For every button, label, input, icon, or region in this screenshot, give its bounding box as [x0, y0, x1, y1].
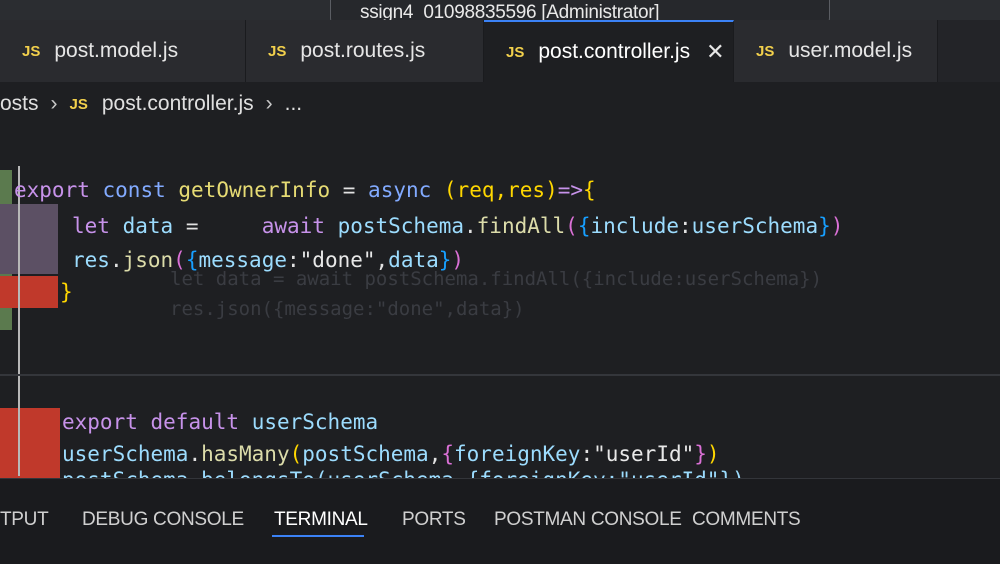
keyword: default [150, 410, 240, 434]
gutter-deleted-block [0, 408, 60, 478]
tab-post-routes[interactable]: JS post.routes.js [246, 20, 484, 82]
string: "userId" [593, 442, 695, 466]
js-file-icon: JS [22, 42, 41, 60]
breadcrumb-file[interactable]: post.controller.js [102, 92, 254, 116]
punct: { [185, 248, 199, 272]
punct: . [464, 214, 477, 238]
code-line-1[interactable]: export const getOwnerInfo = async (req,r… [14, 178, 596, 202]
js-file-icon: JS [756, 42, 775, 60]
keyword: const [102, 178, 166, 202]
keyword: export [62, 410, 138, 434]
punct: , [428, 442, 442, 466]
panel-tab-debug-console[interactable]: DEBUG CONSOLE [82, 509, 244, 531]
code-editor[interactable]: let data = await postSchema.findAll({inc… [0, 126, 1000, 478]
breadcrumb-folder[interactable]: osts [0, 92, 39, 116]
panel-tab-ports[interactable]: PORTS [402, 509, 466, 531]
gutter-deleted-block [0, 276, 58, 308]
js-file-icon: JS [268, 42, 287, 60]
panel-tab-postman-console[interactable]: POSTMAN CONSOLE [494, 509, 682, 531]
identifier: res [72, 248, 110, 272]
identifier: userSchema [251, 410, 379, 434]
breadcrumb-more[interactable]: ... [285, 92, 303, 116]
identifier: userSchema [691, 214, 819, 238]
chevron-right-icon: › [50, 92, 58, 115]
punct: , [375, 248, 389, 272]
punct: : [679, 214, 692, 238]
punct: { [577, 214, 591, 238]
code-line-5[interactable]: export default userSchema [62, 410, 378, 434]
punct: } [438, 248, 452, 272]
arrow: => [557, 178, 584, 202]
punct: : [580, 442, 594, 466]
keyword: async [368, 178, 432, 202]
brace: } [60, 280, 73, 304]
punct: } [694, 442, 707, 466]
identifier: data [388, 248, 439, 272]
panel-tab-comments[interactable]: COMMENTS [692, 509, 801, 531]
string: "done" [299, 248, 376, 272]
tab-label: post.routes.js [300, 39, 426, 62]
operator: = [330, 178, 369, 202]
punct: . [188, 442, 202, 466]
punct: ) [451, 248, 465, 272]
brace: { [583, 178, 596, 202]
punct: ) [830, 214, 844, 238]
tab-post-controller[interactable]: JS post.controller.js ✕ [484, 20, 734, 82]
tab-user-model[interactable]: JS user.model.js [734, 20, 938, 82]
punct: : [287, 248, 300, 272]
property: foreignKey [454, 442, 581, 466]
identifier: data [122, 214, 174, 238]
code-line-2[interactable]: let data = await postSchema.findAll({inc… [72, 214, 843, 238]
punct: ( [289, 442, 303, 466]
indent-guide [18, 166, 20, 476]
bottom-panel: TPUT DEBUG CONSOLE TERMINAL PORTS POSTMA… [0, 478, 1000, 564]
js-file-icon: JS [506, 43, 525, 61]
code-line-7[interactable]: postSchema.belongsTo(userSchema,{foreign… [62, 468, 745, 478]
tab-label: post.model.js [54, 39, 179, 62]
identifier: userSchema [62, 442, 189, 466]
editor-tab-bar: JS post.model.js JS post.routes.js JS po… [0, 20, 1000, 83]
method: json [122, 248, 174, 272]
punct: ( [565, 214, 578, 238]
gutter-modified-block [0, 204, 58, 274]
active-tab-indicator [272, 535, 364, 537]
operator: = [173, 214, 262, 238]
close-icon[interactable]: ✕ [706, 39, 724, 65]
tab-label: post.controller.js [538, 40, 691, 63]
punct: ) [706, 442, 720, 466]
punct: } [818, 214, 831, 238]
keyword: let [72, 214, 110, 238]
code-line-3[interactable]: res.json({message:"done",data}) [72, 248, 464, 272]
breadcrumb: osts › JS post.controller.js › ... [0, 82, 1000, 126]
panel-tab-terminal[interactable]: TERMINAL [274, 509, 368, 531]
property: include [590, 214, 679, 238]
punct: { [441, 442, 455, 466]
chevron-right-icon: › [265, 92, 273, 115]
params: (req,res) [443, 178, 558, 202]
code-line-4[interactable]: } [60, 280, 73, 304]
divider [0, 374, 1000, 376]
method: findAll [476, 214, 566, 238]
ghost-code-line: res.json({message:"done",data}) [170, 298, 525, 320]
keyword: export [14, 178, 90, 202]
js-file-icon: JS [69, 95, 88, 113]
tab-label: user.model.js [788, 39, 913, 62]
keyword: await [261, 214, 325, 238]
property: message [198, 248, 287, 272]
punct: ( [173, 248, 186, 272]
panel-tab-output[interactable]: TPUT [0, 509, 49, 531]
method: hasMany [201, 442, 290, 466]
punct: . [109, 248, 123, 272]
function-name: getOwnerInfo [178, 178, 331, 202]
tab-post-model[interactable]: JS post.model.js [0, 20, 246, 82]
identifier: postSchema [302, 442, 429, 466]
title-bar: ssign4_01098835596 [Administrator] [0, 0, 1000, 26]
identifier: postSchema [337, 214, 464, 238]
code-line-6[interactable]: userSchema.hasMany(postSchema,{foreignKe… [62, 442, 720, 466]
